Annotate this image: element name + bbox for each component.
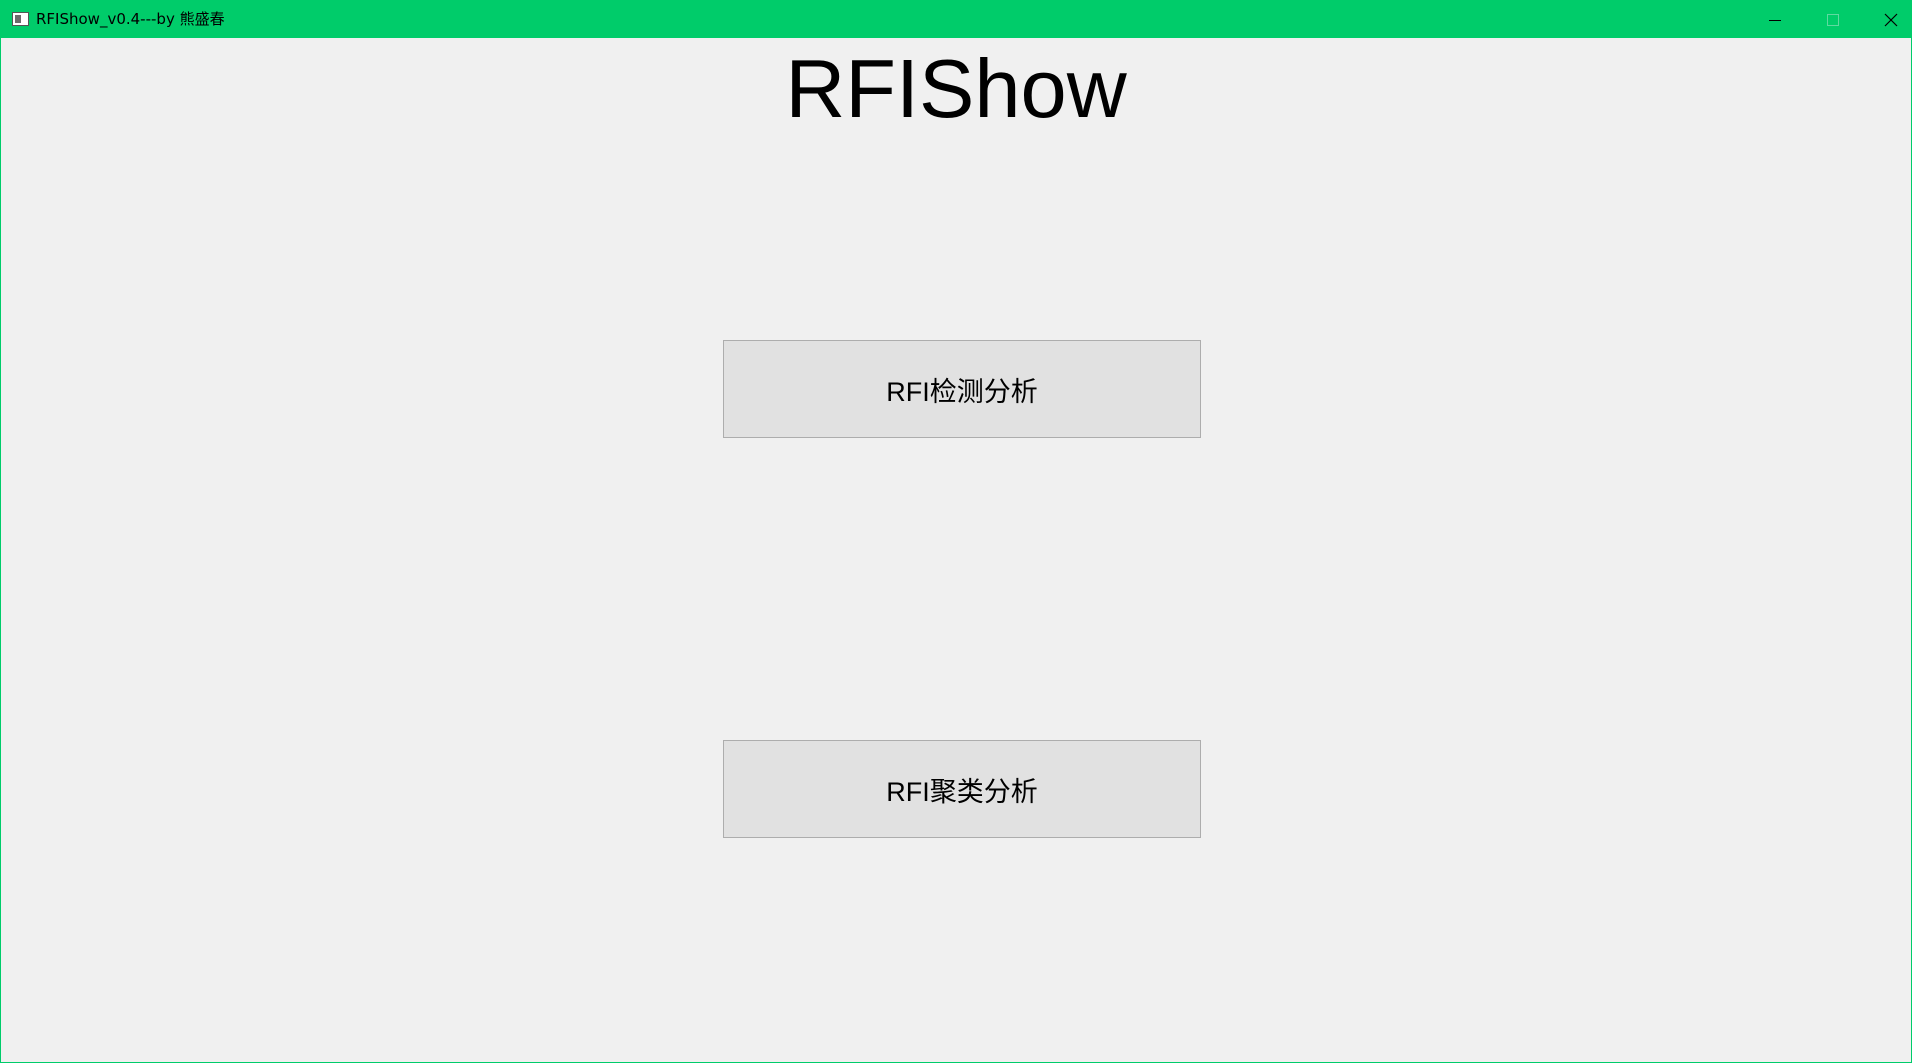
minimize-icon [1769, 19, 1781, 21]
title-bar[interactable]: RFIShow_v0.4---by 熊盛春 [1, 1, 1911, 38]
maximize-icon [1827, 13, 1839, 26]
rfi-detection-analysis-button[interactable]: RFI检测分析 [723, 340, 1201, 438]
app-icon[interactable] [12, 12, 29, 26]
rfi-detection-analysis-label: RFI检测分析 [886, 376, 1038, 407]
rfi-clustering-analysis-label: RFI聚类分析 [886, 776, 1038, 807]
minimize-button[interactable] [1746, 1, 1804, 38]
close-button[interactable] [1862, 1, 1912, 38]
page-title: RFIShow [785, 42, 1127, 135]
app-window: RFIShow_v0.4---by 熊盛春 RFIShow RFI检测分析 RF… [0, 0, 1912, 1063]
window-title: RFIShow_v0.4---by 熊盛春 [36, 10, 225, 28]
maximize-button[interactable] [1804, 1, 1862, 38]
rfi-clustering-analysis-button[interactable]: RFI聚类分析 [723, 740, 1201, 838]
close-icon [1884, 13, 1898, 26]
